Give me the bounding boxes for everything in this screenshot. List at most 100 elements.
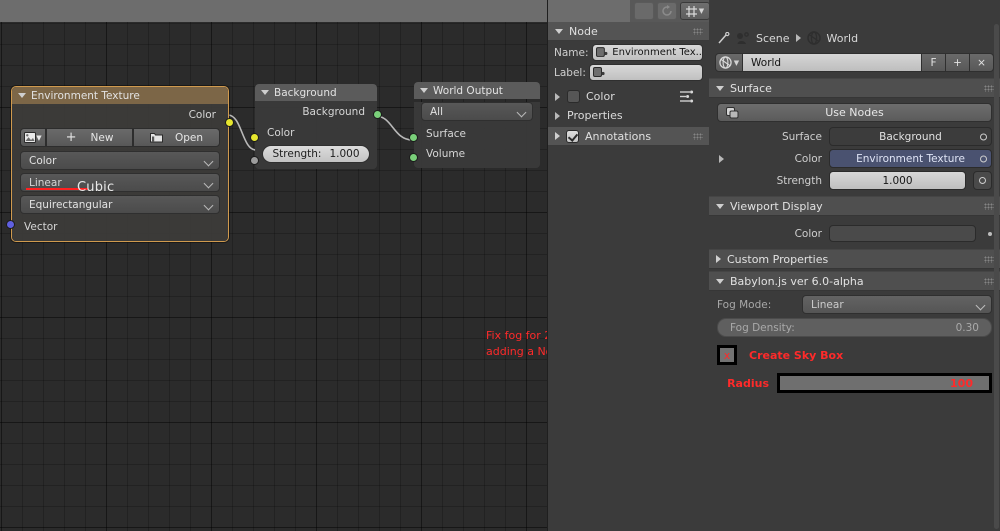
radius-label: Radius bbox=[727, 376, 769, 390]
node-header-environment-texture[interactable]: Environment Texture bbox=[12, 87, 228, 104]
radius-input[interactable]: 100 bbox=[777, 373, 992, 393]
socket-strength-input[interactable] bbox=[250, 156, 259, 165]
output-socket-label: Color bbox=[188, 109, 216, 121]
socket-vector-input[interactable] bbox=[6, 220, 15, 229]
node-world-output[interactable]: World Output All Surface Volume bbox=[409, 82, 540, 168]
open-image-button[interactable]: Open bbox=[133, 128, 220, 147]
collapse-triangle-icon bbox=[555, 28, 563, 34]
input-socket-label: Color bbox=[267, 127, 295, 139]
collapse-triangle-icon[interactable] bbox=[18, 93, 26, 98]
new-label: New bbox=[90, 131, 114, 144]
node-header-background[interactable]: Background bbox=[255, 84, 377, 101]
row-label: Color bbox=[794, 227, 822, 240]
fog-density-slider[interactable]: Fog Density: 0.30 bbox=[717, 318, 992, 337]
grip-icon bbox=[984, 278, 994, 285]
node-label-input[interactable] bbox=[588, 64, 703, 81]
grip-icon bbox=[693, 133, 703, 140]
node-input-color: Color bbox=[255, 123, 377, 143]
row-radius: Radius 100 bbox=[717, 373, 992, 393]
grip-icon bbox=[693, 28, 703, 35]
row-create-sky-box: x Create Sky Box bbox=[717, 345, 992, 365]
new-world-button[interactable]: + bbox=[946, 53, 970, 72]
unlink-world-button[interactable]: × bbox=[970, 53, 994, 72]
projection-dropdown[interactable]: Equirectangular bbox=[20, 195, 220, 214]
row-label: Strength bbox=[776, 174, 822, 187]
section-viewport-display[interactable]: Viewport Display bbox=[709, 196, 1000, 216]
expand-triangle-icon bbox=[555, 111, 560, 120]
socket-surface-input[interactable] bbox=[409, 133, 418, 142]
interpolation-old-value: Linear bbox=[29, 176, 62, 189]
snap-dropdown[interactable]: ▼ bbox=[680, 2, 710, 20]
sidebar-row-color[interactable]: Color bbox=[548, 87, 709, 106]
refresh-icon[interactable] bbox=[657, 2, 677, 20]
section-label: Babylon.js ver 6.0-alpha bbox=[730, 274, 864, 288]
expand-triangle-icon bbox=[555, 132, 560, 140]
chevron-down-icon bbox=[203, 178, 214, 189]
row-fog-mode: Fog Mode: Linear bbox=[717, 295, 992, 314]
options-sliders-icon[interactable] bbox=[679, 90, 695, 103]
fake-user-button[interactable]: F bbox=[922, 53, 946, 72]
strength-decorator-button[interactable] bbox=[973, 171, 992, 190]
shader-node-editor[interactable]: Environment Texture Color ▼ + New Open C… bbox=[0, 0, 600, 531]
strength-slider[interactable]: Strength: 1.000 bbox=[262, 145, 370, 163]
node-environment-texture[interactable]: Environment Texture Color ▼ + New Open C… bbox=[6, 86, 234, 242]
fog-mode-dropdown[interactable]: Linear bbox=[802, 295, 992, 314]
world-name-value: World bbox=[751, 56, 782, 69]
image-datablock-row[interactable]: ▼ + New Open bbox=[20, 128, 220, 147]
annotations-checkbox[interactable] bbox=[566, 129, 579, 143]
decorator-dot-icon[interactable] bbox=[980, 133, 987, 140]
fog-mode-label: Fog Mode: bbox=[717, 298, 772, 311]
properties-scrollbar[interactable] bbox=[994, 24, 999, 529]
strength-slider[interactable]: 1.000 bbox=[829, 171, 966, 190]
socket-color-input[interactable] bbox=[250, 133, 259, 142]
annotations-label: Annotations bbox=[585, 129, 652, 143]
name-label: Name: bbox=[554, 46, 589, 59]
node-name-input[interactable]: Environment Tex.. bbox=[591, 44, 703, 61]
use-nodes-button[interactable]: Use Nodes bbox=[717, 103, 992, 122]
section-surface[interactable]: Surface bbox=[709, 78, 1000, 98]
color-swatch[interactable] bbox=[567, 90, 580, 103]
decorator-dot-icon[interactable] bbox=[988, 231, 992, 236]
viewport-color-swatch[interactable] bbox=[829, 225, 976, 242]
surface-shader-dropdown[interactable]: Background bbox=[829, 127, 992, 146]
label-label: Label: bbox=[554, 66, 586, 79]
strength-value: 1.000 bbox=[882, 174, 913, 187]
collapse-triangle-icon[interactable] bbox=[420, 88, 428, 93]
decorator-dot-icon[interactable] bbox=[980, 155, 987, 162]
world-datablock-row[interactable]: ▼ World F + × bbox=[715, 53, 994, 72]
socket-color-output[interactable] bbox=[225, 118, 234, 127]
color-linked-node-field[interactable]: Environment Texture bbox=[829, 149, 992, 168]
section-custom-properties[interactable]: Custom Properties bbox=[709, 249, 1000, 269]
use-nodes-label: Use Nodes bbox=[825, 106, 884, 119]
input-socket-label: Volume bbox=[426, 148, 466, 160]
strength-value: 1.000 bbox=[329, 148, 360, 160]
world-name-input[interactable]: World bbox=[743, 53, 922, 72]
world-datablock-browse[interactable]: ▼ bbox=[715, 53, 743, 72]
node-header-world-output[interactable]: World Output bbox=[414, 82, 540, 99]
blank-button[interactable] bbox=[634, 2, 654, 20]
socket-background-output[interactable] bbox=[373, 110, 382, 119]
expand-triangle-icon[interactable] bbox=[719, 154, 724, 163]
node-title: World Output bbox=[433, 84, 503, 97]
colorspace-value: Color bbox=[29, 154, 57, 167]
breadcrumb-world[interactable]: World bbox=[827, 32, 859, 45]
scene-icon bbox=[737, 31, 749, 44]
target-dropdown[interactable]: All bbox=[421, 102, 533, 121]
breadcrumb-separator-icon bbox=[795, 34, 801, 42]
section-babylonjs[interactable]: Babylon.js ver 6.0-alpha bbox=[709, 271, 1000, 291]
collapse-triangle-icon[interactable] bbox=[261, 90, 269, 95]
create-sky-box-checkbox[interactable]: x bbox=[717, 345, 737, 365]
sidebar-section-node[interactable]: Node bbox=[548, 22, 709, 41]
socket-volume-input[interactable] bbox=[409, 153, 418, 162]
node-label-row: Label: bbox=[548, 61, 709, 81]
chevron-down-icon bbox=[975, 300, 986, 311]
sidebar-row-properties[interactable]: Properties bbox=[548, 106, 709, 125]
new-image-button[interactable]: + New bbox=[46, 128, 133, 147]
colorspace-dropdown[interactable]: Color bbox=[20, 151, 220, 170]
nodetree-icon bbox=[726, 107, 739, 119]
breadcrumb-scene[interactable]: Scene bbox=[756, 32, 790, 45]
sidebar-section-annotations[interactable]: Annotations bbox=[548, 127, 709, 146]
image-browse-icon[interactable]: ▼ bbox=[20, 128, 46, 147]
node-background[interactable]: Background Background Color Strength: 1.… bbox=[250, 84, 382, 169]
output-socket-label: Background bbox=[302, 106, 365, 118]
